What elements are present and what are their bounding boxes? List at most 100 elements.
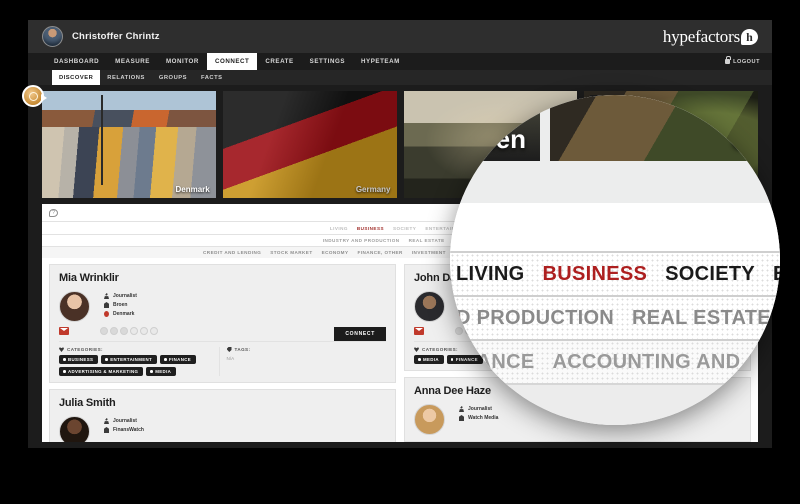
magnifier-lens: den Oth LIVING BUSINESS SOCIETY ENTERTA … bbox=[450, 95, 780, 425]
nav-item-create[interactable]: CREATE bbox=[257, 53, 301, 70]
chip-label: ENTERTAINMENT bbox=[110, 357, 153, 362]
main-nav: DASHBOARD MEASURE MONITOR CONNECT CREATE… bbox=[28, 53, 772, 70]
heart-icon bbox=[59, 347, 64, 352]
nav-item-dashboard[interactable]: DASHBOARD bbox=[46, 53, 107, 70]
category-stock-market[interactable]: STOCK MARKET bbox=[270, 250, 312, 255]
person-icon bbox=[459, 406, 464, 412]
category-chip[interactable]: FINANCE bbox=[160, 355, 197, 364]
journalist-identity: Journalist FinansWatch bbox=[59, 416, 386, 442]
category-economy[interactable]: ECONOMY bbox=[322, 250, 349, 255]
chip-dot-icon bbox=[164, 358, 167, 361]
category-chip[interactable]: ADVERTISING & MARKETING bbox=[59, 367, 144, 376]
journalist-meta: Journalist FinansWatch bbox=[104, 416, 144, 442]
lens-category-society[interactable]: SOCIETY bbox=[665, 263, 755, 286]
chip-dot-icon bbox=[150, 370, 153, 373]
journalist-outlet: Broen bbox=[113, 302, 128, 308]
person-icon bbox=[104, 418, 109, 424]
category-real-estate[interactable]: REAL ESTATE bbox=[409, 238, 445, 243]
chip-dot-icon bbox=[63, 358, 66, 361]
social-icon-facebook[interactable] bbox=[100, 327, 108, 335]
category-business[interactable]: BUSINESS bbox=[357, 226, 384, 231]
building-icon bbox=[104, 302, 109, 308]
category-chip[interactable]: MEDIA bbox=[414, 355, 444, 364]
journalist-meta: Journalist Broen Denmark bbox=[104, 291, 137, 322]
brand-bubble-icon: h bbox=[741, 28, 758, 45]
journalist-identity: Journalist Broen Denmark bbox=[59, 291, 386, 322]
journalist-actions: CONNECT bbox=[59, 327, 386, 341]
journalist-avatar bbox=[59, 416, 90, 442]
journalist-outlet-line: Broen bbox=[104, 302, 137, 308]
social-icon-twitter[interactable] bbox=[110, 327, 118, 335]
lens-category-entertainment[interactable]: ENTERTA bbox=[773, 263, 780, 286]
lens-country-label: Oth bbox=[731, 124, 776, 154]
category-chip-list: BUSINESS ENTERTAINMENT FINANCE ADVERTISI… bbox=[59, 355, 219, 376]
lens-category-row-primary: LIVING BUSINESS SOCIETY ENTERTA bbox=[450, 251, 780, 295]
email-icon[interactable] bbox=[59, 327, 69, 335]
journalist-role: Journalist bbox=[113, 293, 137, 299]
nav-item-measure[interactable]: MEASURE bbox=[107, 53, 158, 70]
logout-button[interactable]: LOGOUT bbox=[725, 53, 760, 70]
lens-category-real-estate[interactable]: REAL ESTATE bbox=[632, 307, 771, 330]
social-icon-linkedin[interactable] bbox=[120, 327, 128, 335]
nav-item-monitor[interactable]: MONITOR bbox=[158, 53, 207, 70]
category-society[interactable]: SOCIETY bbox=[393, 226, 416, 231]
category-finance-other[interactable]: FINANCE, OTHER bbox=[357, 250, 402, 255]
country-label: Denmark bbox=[175, 185, 210, 194]
chip-label: FINANCE bbox=[455, 357, 478, 362]
country-card-denmark[interactable]: Denmark bbox=[42, 91, 216, 198]
user-avatar[interactable] bbox=[42, 26, 63, 47]
lens-category-living[interactable]: LIVING bbox=[456, 263, 524, 286]
profile-badge-icon[interactable] bbox=[22, 85, 47, 107]
nav-item-hypeteam[interactable]: HYPETEAM bbox=[353, 53, 408, 70]
category-industry-and-production[interactable]: INDUSTRY AND PRODUCTION bbox=[323, 238, 400, 243]
country-card-germany[interactable]: Germany bbox=[222, 91, 397, 198]
journalist-tags: TAGS: N/A bbox=[218, 347, 387, 376]
category-living[interactable]: LIVING bbox=[330, 226, 348, 231]
journalist-card-julia[interactable]: Julia Smith Journalist FinansWatch bbox=[49, 389, 396, 442]
badge-inner-ring bbox=[28, 91, 38, 101]
category-investment[interactable]: INVESTMENT bbox=[412, 250, 446, 255]
lock-icon bbox=[725, 56, 732, 64]
user-name: Christoffer Chrintz bbox=[72, 31, 160, 42]
category-chip[interactable]: BUSINESS bbox=[59, 355, 99, 364]
nav-item-connect[interactable]: CONNECT bbox=[206, 53, 258, 70]
building-icon bbox=[459, 415, 464, 421]
help-bubble-icon[interactable]: ? bbox=[49, 208, 58, 217]
subnav-item-relations[interactable]: RELATIONS bbox=[100, 70, 152, 85]
category-chip[interactable]: MEDIA bbox=[146, 367, 177, 376]
flag-icon bbox=[104, 311, 109, 317]
journalist-categories: CATEGORIES: BUSINESS ENTERTAINMENT FINAN… bbox=[59, 347, 219, 376]
heart-icon bbox=[414, 347, 419, 352]
journalist-footer: CATEGORIES: BUSINESS ENTERTAINMENT FINAN… bbox=[59, 341, 386, 376]
subnav-item-discover[interactable]: DISCOVER bbox=[52, 70, 101, 85]
social-icon-youtube[interactable] bbox=[140, 327, 148, 335]
social-icon-facebook[interactable] bbox=[455, 327, 463, 335]
chip-label: MEDIA bbox=[423, 357, 439, 362]
journalist-meta: Journalist Watch Media bbox=[459, 404, 498, 435]
lens-category-industry-and-production[interactable]: D PRODUCTION bbox=[456, 307, 614, 330]
category-chip[interactable]: ENTERTAINMENT bbox=[101, 355, 158, 364]
categories-label: CATEGORIES: bbox=[67, 347, 103, 352]
journalist-card-mia[interactable]: Mia Wrinklir Journalist Broen Denmark CO… bbox=[49, 264, 396, 383]
lens-category-business[interactable]: BUSINESS bbox=[542, 263, 647, 286]
tags-label: TAGS: bbox=[234, 347, 251, 352]
country-label: Germany bbox=[355, 185, 391, 194]
journalist-outlet-line: Watch Media bbox=[459, 415, 498, 421]
subnav-item-facts[interactable]: FACTS bbox=[194, 70, 230, 85]
brand-name: hypefactors bbox=[662, 26, 740, 46]
journalist-outlet-line: FinansWatch bbox=[104, 427, 144, 433]
lens-category-row-tertiary: INANCE ACCOUNTING AND AUDITING B bbox=[450, 339, 780, 383]
chip-label: ADVERTISING & MARKETING bbox=[68, 369, 139, 374]
screenshot-stage: Christoffer Chrintz hypefactors h DASHBO… bbox=[0, 0, 800, 504]
chip-dot-icon bbox=[418, 358, 421, 361]
journalist-avatar bbox=[414, 291, 445, 322]
brand-logo: hypefactors h bbox=[663, 27, 758, 47]
category-chip[interactable]: FINANCE bbox=[446, 355, 483, 364]
category-credit-and-lending[interactable]: CREDIT AND LENDING bbox=[203, 250, 261, 255]
social-icon-web[interactable] bbox=[150, 327, 158, 335]
nav-item-settings[interactable]: SETTINGS bbox=[302, 53, 353, 70]
subnav-item-groups[interactable]: GROUPS bbox=[152, 70, 194, 85]
email-icon[interactable] bbox=[414, 327, 424, 335]
social-icon-instagram[interactable] bbox=[130, 327, 138, 335]
connect-button[interactable]: CONNECT bbox=[334, 327, 386, 341]
